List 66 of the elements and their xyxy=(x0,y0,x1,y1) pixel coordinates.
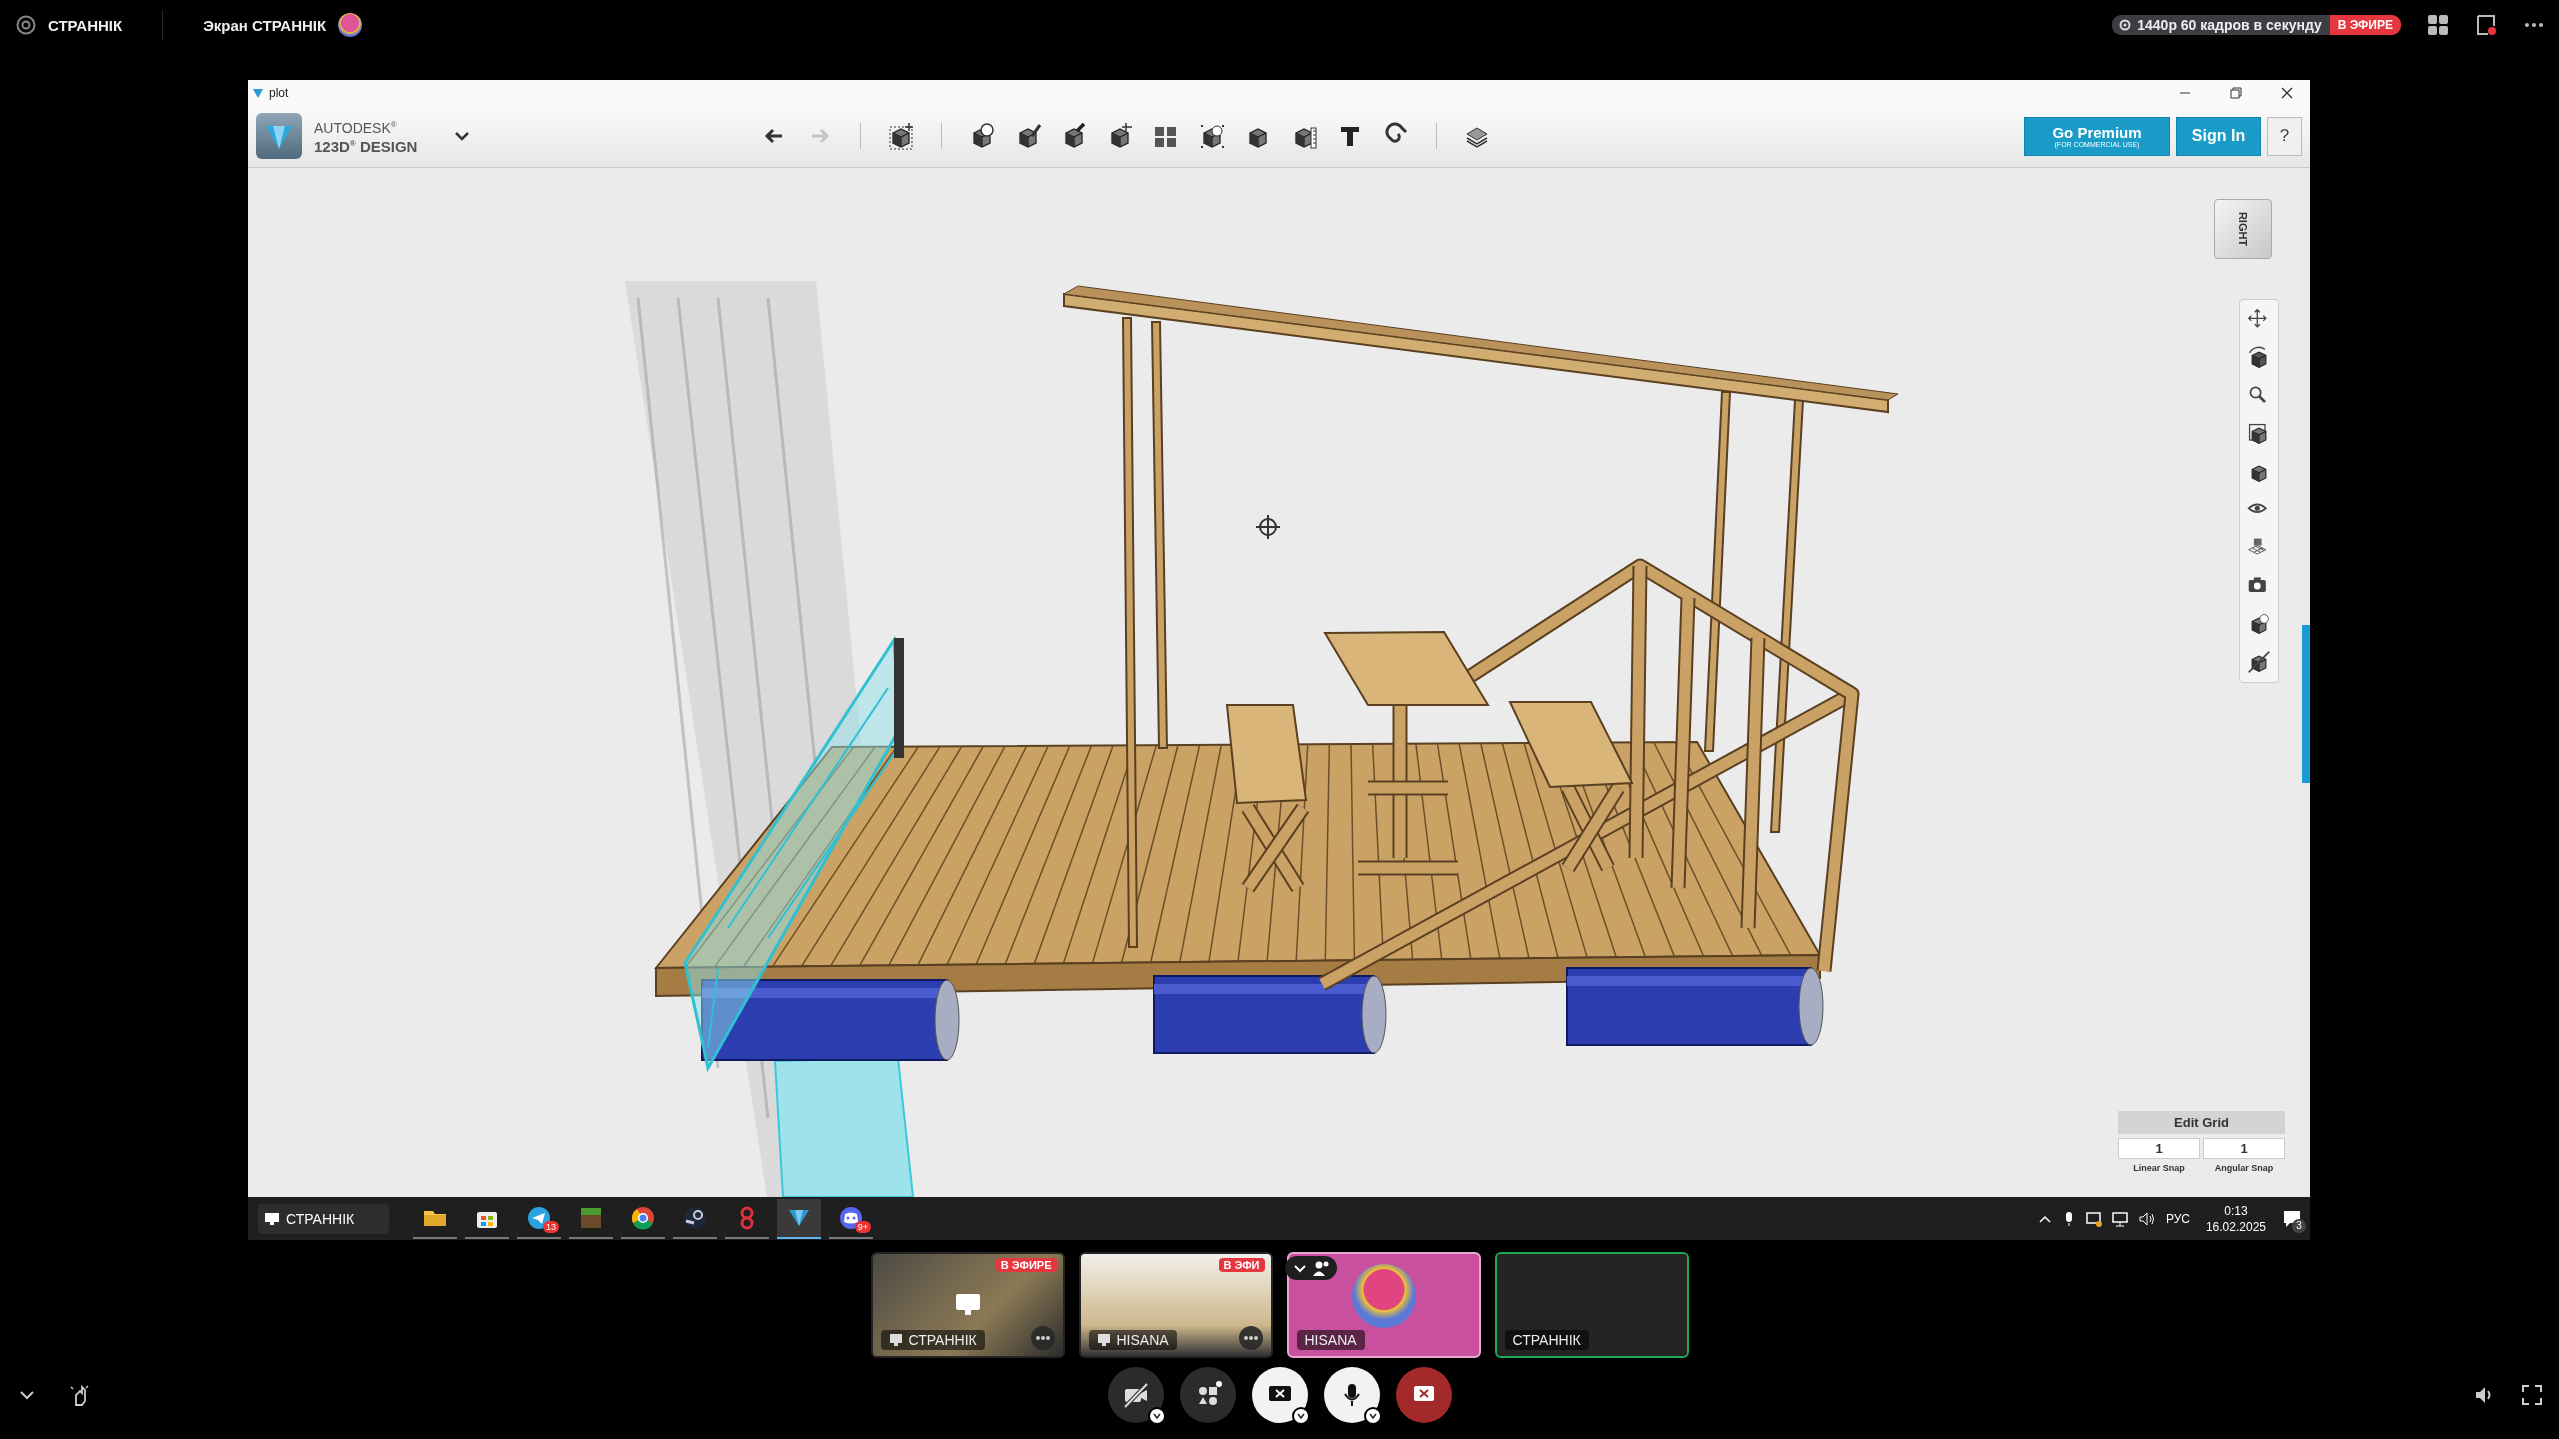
participant-name: СТРАННІК xyxy=(1512,1332,1581,1348)
more-icon xyxy=(1242,1335,1259,1341)
participant-tile[interactable]: СТРАННІК xyxy=(1494,1252,1689,1358)
taskbar-app-button[interactable]: 9+ xyxy=(829,1198,873,1239)
window-record-icon[interactable] xyxy=(2475,14,2497,36)
participant-name: СТРАННІК xyxy=(908,1332,977,1348)
stream-quality: 1440p 60 кадров в секунду xyxy=(2137,17,2322,33)
dropdown-toggle[interactable] xyxy=(1291,1407,1310,1425)
screen-share-label: СТРАННІК xyxy=(286,1210,355,1227)
settings-icon xyxy=(2118,18,2133,32)
search-box[interactable]: СТРАННІК xyxy=(258,1203,389,1234)
snap-field[interactable]: 1 xyxy=(2203,1138,2285,1159)
product-name: 123D$^{®}$ DESIGN xyxy=(314,136,419,155)
more-icon xyxy=(1034,1335,1051,1341)
edit-grid-button[interactable]: Edit Grid xyxy=(2118,1111,2285,1134)
chevron-down-icon xyxy=(1151,1411,1162,1421)
cube-select-icon xyxy=(887,122,915,150)
scrollbar-thumb[interactable] xyxy=(2302,625,2310,783)
view-cube[interactable]: RIGHT xyxy=(2214,199,2272,259)
monitor-alert-icon[interactable] xyxy=(2085,1210,2102,1227)
grid-view-icon[interactable] xyxy=(2427,14,2449,36)
participant-tile[interactable]: HISANA xyxy=(1286,1252,1481,1358)
tool-button[interactable] xyxy=(1198,122,1226,150)
participant-name: HISANA xyxy=(1304,1332,1357,1348)
taskbar-app-button[interactable]: 13 xyxy=(517,1198,561,1239)
participant-tile[interactable]: В ЭФИРЕ СТРАННІК xyxy=(870,1252,1065,1358)
cube-slash-icon[interactable] xyxy=(2247,650,2271,674)
sparkle-hand-icon[interactable] xyxy=(68,1383,92,1407)
chevron-down-icon xyxy=(1367,1411,1378,1421)
live-badge: В ЭФИРЕ xyxy=(995,1258,1057,1272)
monitor-icon xyxy=(264,1210,280,1227)
clock-button[interactable]: 0:13 16.02.2025 xyxy=(2199,1202,2272,1235)
help-button[interactable]: ? xyxy=(2267,116,2302,156)
triangle-logo-icon xyxy=(252,86,264,99)
language-indicator[interactable]: РУС xyxy=(2165,1211,2190,1226)
monitor-icon xyxy=(1096,1333,1111,1347)
cube-points-icon xyxy=(1198,122,1226,150)
brand-name: AUTODESK$^{®}$ xyxy=(314,118,398,136)
fullscreen-icon[interactable] xyxy=(2521,1384,2543,1406)
people-icon[interactable] xyxy=(1310,1259,1331,1277)
close-icon[interactable] xyxy=(2281,86,2293,99)
live-badge: В ЭФИРЕ xyxy=(2329,15,2401,35)
avatar-icon xyxy=(338,13,363,37)
field-label: Linear Snap xyxy=(2132,1163,2186,1173)
taskbar-app-button[interactable] xyxy=(777,1198,821,1239)
restore-icon[interactable] xyxy=(2230,86,2242,99)
stream-title: Экран СТРАННІК xyxy=(203,16,327,34)
participant-name: HISANA xyxy=(1116,1332,1169,1348)
snap-field[interactable]: 1 xyxy=(2118,1138,2200,1159)
live-badge: В ЭФИ xyxy=(1218,1258,1265,1272)
speaker-icon[interactable] xyxy=(2137,1210,2156,1227)
tool-button[interactable] xyxy=(887,122,915,150)
monitor-icon xyxy=(888,1333,903,1347)
window-title: plot xyxy=(269,85,289,100)
participant-tile[interactable]: В ЭФИ HISANA xyxy=(1078,1252,1273,1358)
notification-count: 3 xyxy=(2292,1218,2306,1233)
dropdown-toggle[interactable] xyxy=(1147,1407,1166,1425)
video-camera-off-icon xyxy=(1121,1381,1150,1409)
app-logo[interactable] xyxy=(256,113,302,159)
dropdown-toggle[interactable] xyxy=(1363,1407,1382,1425)
field-label: Angular Snap xyxy=(2213,1163,2275,1173)
user-name: СТРАННІК xyxy=(48,16,123,34)
chevron-down-icon xyxy=(1295,1411,1306,1421)
orbit-cursor-icon xyxy=(1255,514,1281,540)
at-sign-icon xyxy=(16,15,36,35)
viewport[interactable]: RIGHT Edit Grid 1 1 Linear Snap Angular Snap xyxy=(248,168,2310,1197)
